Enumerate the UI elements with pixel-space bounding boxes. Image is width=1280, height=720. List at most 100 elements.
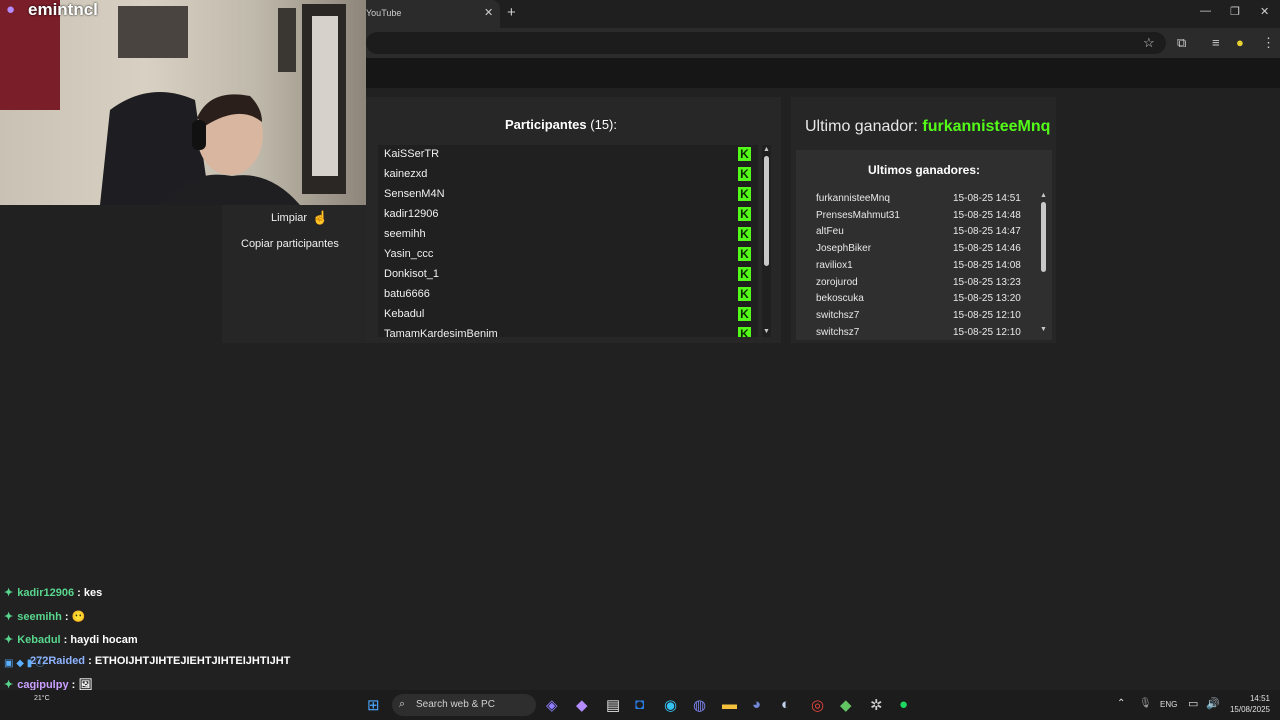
participant-row[interactable]: Donkisot_1 K (384, 265, 751, 285)
winner-name: switchsz7 (816, 309, 860, 321)
minimize-icon[interactable]: — (1200, 5, 1211, 17)
winner-name: altFeu (816, 226, 844, 238)
participants-scroll-thumb[interactable] (764, 156, 769, 266)
participants-title: Participantes (15): (366, 117, 756, 132)
participant-name: Kebadul (384, 308, 425, 320)
chrome-icon[interactable]: ◎ (811, 696, 824, 714)
taskbar-search-placeholder: Search web & PC (416, 699, 495, 710)
steam-icon[interactable]: ◐ (781, 696, 790, 713)
chat-username[interactable]: Kebadul (17, 634, 60, 646)
chat-text: 😶 (71, 611, 86, 623)
tray-chevron-icon[interactable]: ⌃ (1117, 698, 1125, 709)
winner-time: 15-08-25 13:20 (953, 293, 1021, 305)
spotify-icon[interactable]: ● (899, 696, 908, 713)
winners-list[interactable]: furkannisteeMnq 15-08-25 14:51 PrensesMahm… (808, 188, 1038, 336)
address-bar[interactable] (366, 32, 1166, 54)
winners-scroll-up-icon[interactable]: ▲ (1040, 192, 1047, 199)
winner-time: 15-08-25 12:10 (953, 326, 1021, 336)
webcam-scene (0, 0, 346, 205)
new-tab-icon[interactable]: + (507, 4, 516, 21)
winner-time: 15-08-25 12:10 (953, 309, 1021, 321)
edge-icon[interactable]: ◉ (664, 696, 677, 714)
chat-message: ✦ Kebadul : haydi hocam (4, 633, 138, 646)
participant-row[interactable]: batu6666 K (384, 285, 751, 305)
kick-platform-icon: K (738, 187, 751, 201)
chat-username[interactable]: seemihh (17, 611, 62, 623)
maximize-icon[interactable]: ❐ (1230, 5, 1240, 18)
chat-badge-icon: ✦ (4, 587, 14, 599)
weather-text[interactable]: 21°C (34, 695, 50, 702)
outlook-icon[interactable]: ◘ (635, 696, 644, 713)
discord-icon[interactable]: ◕ (752, 696, 761, 713)
extensions-icon[interactable]: ⧉ (1177, 35, 1186, 51)
menu-icon[interactable]: ⋮ (1262, 35, 1275, 51)
chat-separator: : (61, 611, 72, 623)
participant-name: TamamKardesimBenim (384, 328, 498, 337)
file-explorer-icon[interactable]: ▬ (722, 696, 737, 713)
clock-time[interactable]: 14:51 (1228, 694, 1270, 703)
winner-time: 15-08-25 14:47 (953, 226, 1021, 238)
store-icon[interactable]: ▤ (606, 696, 620, 714)
participant-name: seemihh (384, 228, 426, 240)
participant-row[interactable]: SensenM4N K (384, 185, 751, 205)
start-icon[interactable]: ⊞ (367, 696, 380, 714)
participant-row[interactable]: kadir12906 K (384, 205, 751, 225)
participant-row[interactable]: Yasin_ccc K (384, 245, 751, 265)
kick-platform-icon: K (738, 147, 751, 161)
winners-scroll-down-icon[interactable]: ▼ (1040, 326, 1047, 333)
media-icon[interactable]: ≡ (1212, 35, 1220, 50)
winner-row: JosephBiker 15-08-25 14:46 (816, 243, 1036, 259)
winners-scroll-thumb[interactable] (1041, 202, 1046, 272)
participant-name: SensenM4N (384, 188, 445, 200)
participant-row[interactable]: KaiSSerTR K (384, 145, 751, 165)
kick-platform-icon: K (738, 247, 751, 261)
winner-name: zorojurod (816, 276, 858, 288)
app-icon-2[interactable]: ◆ (576, 696, 588, 714)
language-indicator[interactable]: ENG (1160, 700, 1177, 709)
kick-platform-icon: K (738, 227, 751, 241)
chat-username[interactable]: kadir12906 (17, 587, 74, 599)
participant-name: Donkisot_1 (384, 268, 440, 280)
network-icon[interactable]: ▭ (1188, 697, 1198, 710)
winner-row: raviliox1 15-08-25 14:08 (816, 260, 1036, 276)
star-icon[interactable]: ☆ (1143, 35, 1155, 51)
profile-icon[interactable]: ● (1236, 35, 1244, 50)
participant-row[interactable]: TamamKardesimBenim K (384, 325, 751, 337)
kick-platform-icon: K (738, 307, 751, 321)
headphones (192, 120, 206, 150)
participants-count: (15): (590, 117, 617, 132)
copilot-icon[interactable]: ◈ (546, 696, 558, 714)
participant-name: batu6666 (384, 288, 430, 300)
chat-badges-icon: ▣ ◆ ▮ ⓘ (4, 658, 45, 669)
chat-badge-icon: ✦ (4, 634, 14, 646)
participant-name: Yasin_ccc (384, 248, 434, 260)
app-icon-12[interactable]: ✲ (870, 696, 883, 714)
chat-message: 272Raided : ETHOIJHTJIHTEJIEHTJIHTEIJHTI… (30, 655, 290, 667)
participant-row[interactable]: seemihh K (384, 225, 751, 245)
clear-button[interactable]: Limpiar (271, 212, 307, 224)
scroll-up-icon[interactable]: ▲ (763, 146, 770, 153)
winner-row: furkannisteeMnq 15-08-25 14:51 (816, 193, 1036, 209)
teams-icon[interactable]: ◍ (693, 696, 706, 714)
chat-text: haydi hocam (70, 634, 138, 646)
last-winner-label: Ultimo ganador: (805, 118, 918, 135)
poster-frame (118, 6, 188, 58)
kick-logo-icon: ● (6, 1, 16, 18)
scroll-down-icon[interactable]: ▼ (763, 328, 770, 335)
webcam-overlay (0, 0, 366, 205)
participant-row[interactable]: kainezxd K (384, 165, 751, 185)
winner-row: bekoscuka 15-08-25 13:20 (816, 293, 1036, 309)
copy-participants-button[interactable]: Copiar participantes (241, 238, 339, 250)
chat-text: kes (83, 587, 103, 599)
volume-icon[interactable]: 🔊 (1206, 697, 1220, 710)
participants-list[interactable]: KaiSSerTR Kkainezxd K SensenM4N Kkadir12906 K… (378, 145, 758, 337)
kick-platform-icon: K (738, 167, 751, 181)
window-close-icon[interactable]: ✕ (1260, 5, 1269, 18)
app-icon-11[interactable]: ◆ (840, 696, 852, 714)
participant-row[interactable]: Kebadul K (384, 305, 751, 325)
mirror-glass (312, 16, 338, 176)
winner-name: switchsz7 (816, 326, 860, 336)
microphone-icon[interactable]: 🎙 (1139, 698, 1152, 709)
clock-date[interactable]: 15/08/2025 (1228, 705, 1270, 714)
tab-close-icon[interactable]: ✕ (484, 6, 493, 19)
